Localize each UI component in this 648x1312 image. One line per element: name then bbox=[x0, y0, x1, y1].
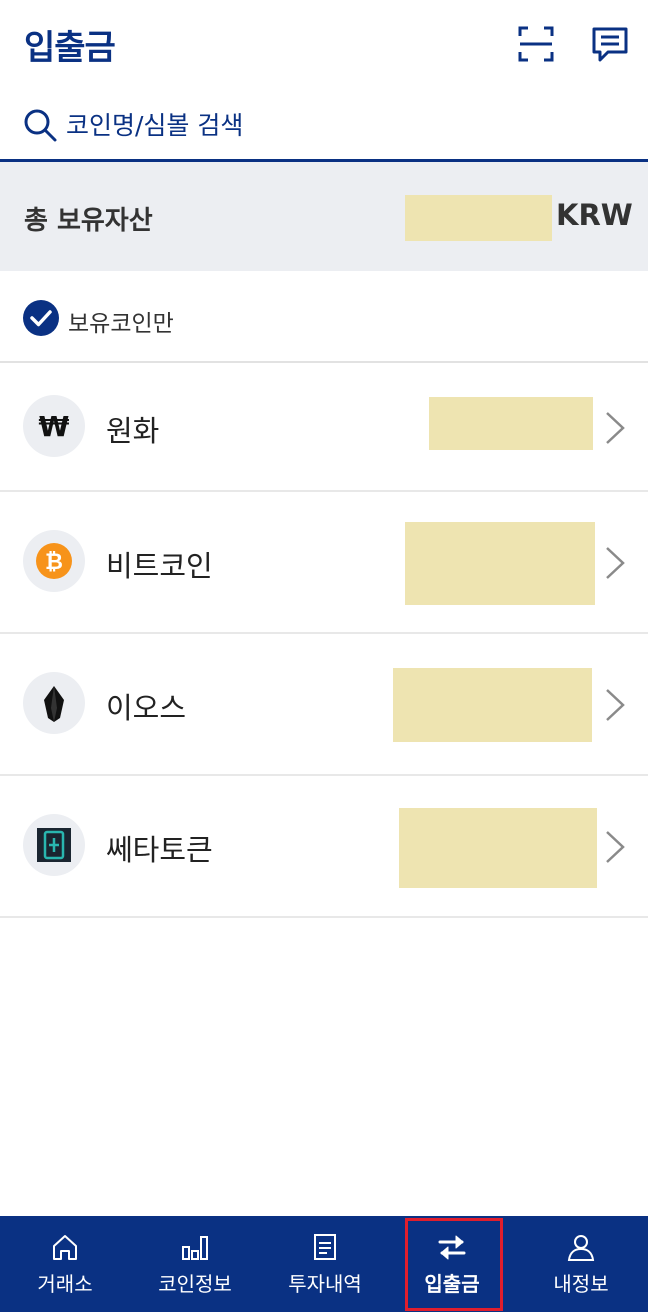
coin-balance-redacted bbox=[399, 808, 597, 888]
coin-name: 쎄타토큰 bbox=[106, 833, 213, 867]
chevron-right-icon bbox=[606, 689, 625, 721]
chevron-right-icon bbox=[606, 547, 625, 579]
bar-chart-icon bbox=[182, 1236, 208, 1260]
total-assets-unit: KRW bbox=[556, 198, 633, 232]
search-icon bbox=[24, 109, 57, 142]
active-tab-highlight bbox=[405, 1218, 503, 1311]
holdings-filter-label: 보유코인만 bbox=[68, 311, 174, 337]
coin-balance-redacted bbox=[405, 522, 595, 605]
bottom-navigation: 거래소 코인정보 투자내역 입출금 내정보 bbox=[0, 1216, 648, 1312]
holdings-filter[interactable]: 보유코인만 bbox=[0, 271, 648, 363]
coin-row-eos[interactable]: 이오스 bbox=[0, 634, 648, 776]
page-title: 입출금 bbox=[24, 28, 116, 68]
nav-label: 내정보 bbox=[553, 1272, 609, 1296]
coin-name: 이오스 bbox=[106, 691, 187, 725]
svg-text:₩: ₩ bbox=[39, 410, 70, 443]
search-bar bbox=[0, 95, 648, 162]
scan-icon[interactable] bbox=[516, 24, 556, 64]
home-icon bbox=[53, 1235, 77, 1260]
chevron-right-icon bbox=[606, 412, 625, 444]
nav-item-exchange[interactable]: 거래소 bbox=[0, 1216, 130, 1312]
nav-item-my-info[interactable]: 내정보 bbox=[514, 1216, 648, 1312]
search-input[interactable] bbox=[66, 107, 606, 143]
coin-balance-redacted bbox=[429, 397, 593, 450]
app-header: 입출금 bbox=[0, 0, 648, 90]
total-assets-label: 총 보유자산 bbox=[24, 206, 153, 236]
coin-name: 원화 bbox=[106, 414, 160, 448]
total-assets-panel: 총 보유자산 KRW bbox=[0, 162, 648, 271]
total-assets-value-redacted bbox=[405, 195, 552, 241]
coin-row-krw[interactable]: ₩ 원화 bbox=[0, 363, 648, 492]
chevron-right-icon bbox=[606, 831, 625, 863]
chat-icon[interactable] bbox=[590, 24, 630, 64]
user-icon bbox=[567, 1235, 595, 1261]
nav-label: 투자내역 bbox=[288, 1272, 362, 1296]
eos-icon bbox=[23, 672, 85, 734]
nav-item-coin-info[interactable]: 코인정보 bbox=[130, 1216, 260, 1312]
bitcoin-icon: ₿ bbox=[23, 530, 85, 592]
coin-balance-redacted bbox=[393, 668, 592, 742]
coin-name: 비트코인 bbox=[106, 549, 213, 583]
nav-label: 코인정보 bbox=[158, 1272, 232, 1296]
checkbox-checked[interactable] bbox=[23, 300, 59, 336]
coin-row-btc[interactable]: ₿ 비트코인 bbox=[0, 492, 648, 634]
check-icon bbox=[30, 310, 52, 327]
document-icon bbox=[314, 1234, 336, 1260]
nav-item-investment-history[interactable]: 투자내역 bbox=[260, 1216, 390, 1312]
svg-text:₿: ₿ bbox=[45, 550, 63, 575]
coin-row-theta[interactable]: 쎄타토큰 bbox=[0, 776, 648, 918]
nav-label: 거래소 bbox=[37, 1272, 93, 1296]
theta-icon bbox=[23, 814, 85, 876]
won-icon: ₩ bbox=[23, 395, 85, 457]
